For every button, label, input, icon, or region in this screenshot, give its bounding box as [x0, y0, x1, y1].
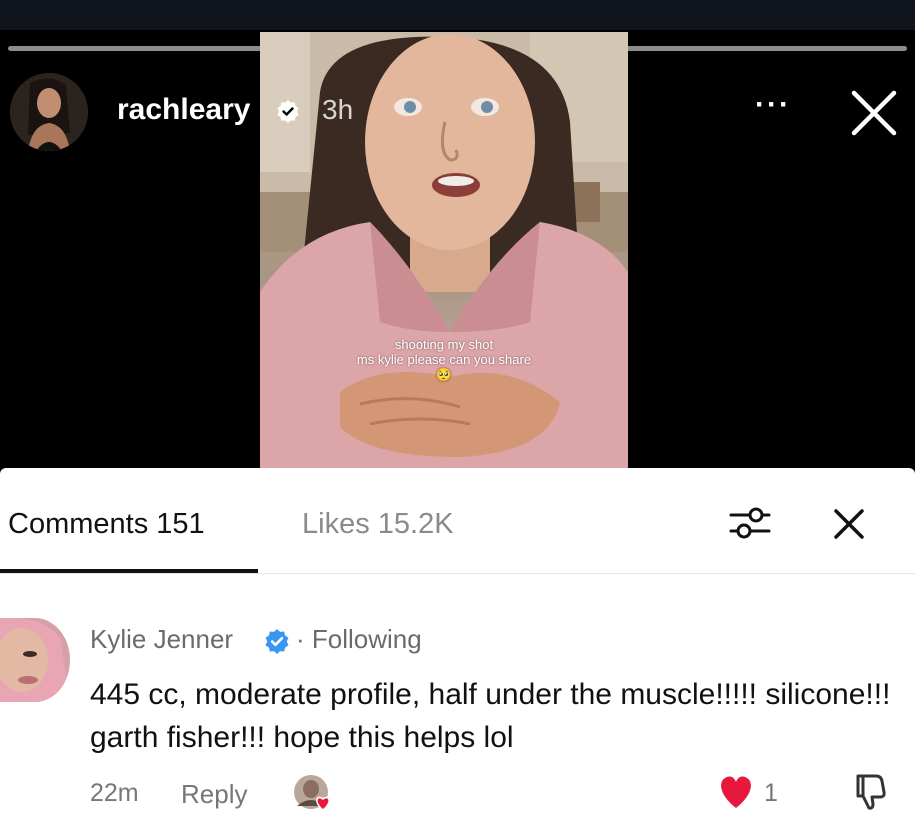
filter-sliders-icon[interactable]	[727, 500, 773, 546]
caption-line-1: shooting my shot	[394, 337, 494, 352]
comment-time: 22m	[90, 779, 139, 807]
caption-line-2: ms kylie please can you share	[356, 352, 532, 367]
like-heart-icon[interactable]	[716, 774, 756, 810]
following-label: · Following	[296, 624, 422, 654]
story-progress-segment	[8, 46, 296, 51]
reply-button[interactable]: Reply	[181, 779, 247, 810]
more-options-button[interactable]: ···	[755, 90, 801, 135]
story-area[interactable]: shooting my shot ms kylie please can you…	[0, 0, 915, 468]
dislike-icon[interactable]	[848, 770, 890, 812]
close-comments-icon[interactable]	[830, 505, 868, 543]
comment-text: 445 cc, moderate profile, half under the…	[90, 678, 891, 754]
like-count: 1	[764, 779, 778, 807]
verified-badge-icon	[277, 100, 299, 123]
caption-emoji: 🥺	[435, 367, 453, 382]
story-progress-segment	[612, 46, 907, 51]
story-time-ago: 3h	[322, 94, 354, 125]
commenter-avatar[interactable]	[0, 618, 70, 702]
tab-comments[interactable]: Comments 151	[8, 508, 205, 541]
story-viewer: shooting my shot ms kylie please can you…	[0, 0, 915, 830]
tab-likes[interactable]: Likes 15.2K	[302, 508, 454, 541]
story-username[interactable]: rachleary	[117, 93, 250, 127]
story-photo: shooting my shot ms kylie please can you…	[260, 32, 628, 468]
verified-badge-icon	[265, 629, 289, 654]
commenter-name[interactable]: Kylie Jenner	[90, 624, 233, 655]
story-caption: shooting my shot ms kylie please can you…	[260, 337, 628, 382]
status-bar	[0, 0, 915, 30]
tabs-divider	[0, 573, 915, 574]
creator-liked-avatar-icon	[294, 775, 330, 811]
comments-sheet: Comments 151 Likes 15.2K Kylie Jenner · …	[0, 468, 915, 830]
close-story-icon[interactable]	[848, 87, 900, 139]
author-avatar[interactable]	[10, 73, 88, 151]
